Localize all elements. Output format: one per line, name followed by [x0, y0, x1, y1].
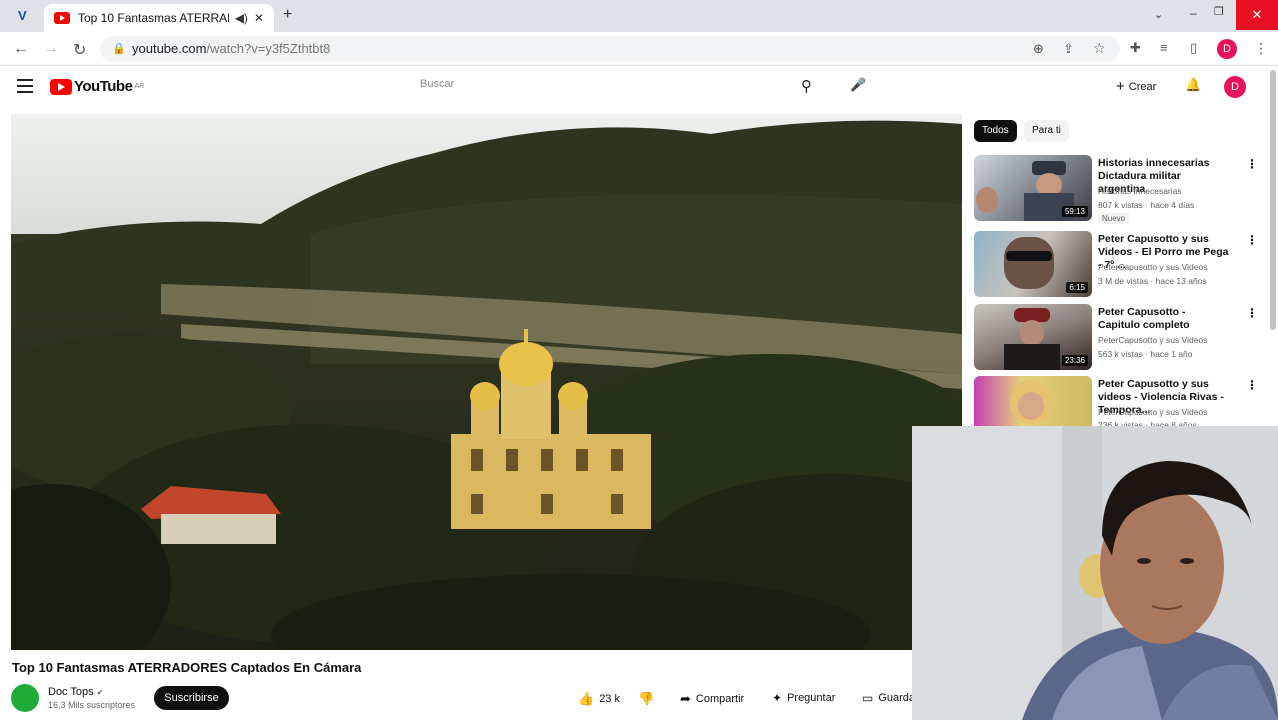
- video-frame-scene: [11, 114, 962, 650]
- duration-badge: 59:13: [1061, 206, 1088, 217]
- recommendation-channel: PeterCapusotto y sus Videos: [1098, 407, 1208, 417]
- channel-name-text: Doc Tops: [48, 686, 94, 698]
- tab-search-icon[interactable]: ⌄: [1154, 8, 1163, 21]
- youtube-wordmark: YouTube: [74, 78, 133, 95]
- subscriber-count: 16,3 Mils suscriptores: [48, 700, 136, 710]
- side-panel-icon[interactable]: ▯: [1190, 40, 1197, 56]
- tab-audio-icon[interactable]: ◀): [235, 11, 248, 25]
- recommendation-channel: PeterCapusotto y sus Videos: [1098, 335, 1208, 345]
- recommendation-meta: 3 M de vistas · hace 13 años: [1098, 276, 1207, 286]
- save-button[interactable]: ▭ Guardar: [862, 691, 919, 705]
- country-code: AR: [134, 83, 145, 90]
- recommendation-channel: PeterCapusotto y sus Videos: [1098, 262, 1208, 272]
- lock-icon: 🔒: [112, 43, 126, 55]
- hamburger-menu-icon[interactable]: [17, 79, 33, 93]
- vivaldi-menu-icon[interactable]: V: [18, 8, 27, 23]
- webcam-person: [912, 426, 1278, 720]
- video-player[interactable]: [11, 114, 962, 650]
- subscribe-button[interactable]: Suscribirse: [154, 686, 229, 710]
- youtube-logo[interactable]: YouTube AR: [50, 78, 144, 95]
- create-button[interactable]: + Crear: [1116, 78, 1156, 95]
- recommendation-channel: Historias Innecesarias: [1098, 186, 1182, 196]
- verified-icon: ✔: [96, 688, 104, 697]
- chip-para-ti[interactable]: Para ti: [1024, 120, 1069, 142]
- channel-avatar[interactable]: [11, 684, 39, 712]
- youtube-favicon-icon: [54, 12, 70, 24]
- youtube-play-logo-icon: [50, 78, 72, 95]
- recommendation-meta: 563 k vistas · hace 1 año: [1098, 349, 1193, 359]
- tab-close-icon[interactable]: ✕: [254, 11, 264, 25]
- bookmark-star-icon[interactable]: ☆: [1093, 40, 1106, 57]
- share-button[interactable]: ➦ Compartir: [680, 691, 744, 707]
- thumbs-down-icon: 👎: [638, 691, 655, 706]
- video-thumbnail: 6:15: [974, 231, 1092, 297]
- recommendation-item[interactable]: 6:15 Peter Capusotto y sus Videos - El P…: [974, 231, 1264, 299]
- search-icon[interactable]: ⚲: [801, 77, 812, 95]
- more-options-icon[interactable]: ⋮: [1246, 378, 1258, 392]
- reading-list-icon[interactable]: ≡: [1160, 40, 1168, 55]
- share-label: Compartir: [695, 693, 745, 705]
- plus-icon: +: [1116, 78, 1125, 95]
- channel-name[interactable]: Doc Tops ✔: [48, 686, 103, 698]
- video-title: Top 10 Fantasmas ATERRADORES Captados En…: [12, 660, 362, 675]
- browser-menu-icon[interactable]: ⋮: [1254, 40, 1268, 57]
- youtube-header: YouTube AR Buscar ⚲ 🎤 + Crear 🔔 D: [0, 66, 1278, 110]
- more-options-icon[interactable]: ⋮: [1246, 306, 1258, 320]
- install-app-icon[interactable]: ⊕: [1033, 41, 1044, 57]
- more-options-icon[interactable]: ⋮: [1246, 157, 1258, 171]
- recommendation-title: Peter Capusotto - Capitulo completo: [1098, 306, 1190, 331]
- recommendation-item[interactable]: 23:36 Peter Capusotto - Capitulo complet…: [974, 304, 1264, 372]
- browser-toolbar: ← → ↻ 🔒 youtube.com/watch?v=y3f5Zthtbt8 …: [0, 32, 1278, 66]
- url-path: /watch?v=y3f5Zthtbt8: [206, 41, 331, 56]
- like-count: 23 k: [599, 693, 620, 705]
- address-bar[interactable]: 🔒 youtube.com/watch?v=y3f5Zthtbt8: [100, 36, 1120, 62]
- sparkle-icon: ✦: [772, 691, 783, 705]
- recommendation-meta: 807 k vistas · hace 4 días: [1098, 200, 1195, 210]
- like-button[interactable]: 👍 23 k: [578, 691, 620, 707]
- webcam-overlay: [912, 426, 1278, 720]
- url-host: youtube.com: [132, 41, 207, 56]
- thumbs-up-icon: 👍: [578, 691, 595, 706]
- share-arrow-icon: ➦: [680, 691, 691, 706]
- tab-title: Top 10 Fantasmas ATERRAD: [78, 11, 229, 25]
- extensions-icon[interactable]: ✚: [1130, 40, 1141, 56]
- new-tab-icon[interactable]: +: [283, 6, 292, 24]
- browser-profile-avatar[interactable]: D: [1217, 39, 1237, 59]
- video-thumbnail: 59:13: [974, 155, 1092, 221]
- video-thumbnail: 23:36: [974, 304, 1092, 370]
- close-window-icon[interactable]: ✕: [1236, 0, 1278, 30]
- duration-badge: 6:15: [1066, 282, 1088, 293]
- page-scrollbar[interactable]: [1270, 70, 1276, 330]
- search-input[interactable]: Buscar: [420, 78, 454, 90]
- dislike-button[interactable]: 👎: [638, 691, 654, 707]
- browser-tab-bar: V Top 10 Fantasmas ATERRAD ◀) ✕ + ⌄ – ❐ …: [0, 0, 1278, 32]
- ask-button[interactable]: ✦ Preguntar: [772, 691, 835, 705]
- forward-icon[interactable]: →: [43, 40, 59, 58]
- recommendation-item[interactable]: 59:13 Historias innecesarias Dictadura m…: [974, 155, 1264, 224]
- bookmark-icon: ▭: [862, 691, 874, 705]
- restore-icon[interactable]: ❐: [1214, 5, 1224, 18]
- microphone-icon[interactable]: 🎤: [850, 77, 866, 93]
- more-options-icon[interactable]: ⋮: [1246, 233, 1258, 247]
- reload-icon[interactable]: ↻: [73, 40, 86, 60]
- ask-label: Preguntar: [787, 692, 836, 704]
- new-badge: Nuevo: [1098, 213, 1130, 224]
- notifications-bell-icon[interactable]: 🔔: [1185, 77, 1201, 93]
- share-page-icon[interactable]: ⇪: [1063, 41, 1074, 57]
- back-icon[interactable]: ←: [13, 40, 29, 58]
- chip-todos[interactable]: Todos: [974, 120, 1017, 142]
- browser-tab[interactable]: Top 10 Fantasmas ATERRAD ◀) ✕: [44, 4, 274, 32]
- minimize-icon[interactable]: –: [1190, 6, 1197, 20]
- account-avatar[interactable]: D: [1224, 76, 1246, 98]
- duration-badge: 23:36: [1061, 355, 1088, 366]
- new-badge-wrap: Nuevo: [1098, 213, 1130, 224]
- create-label: Crear: [1128, 80, 1157, 93]
